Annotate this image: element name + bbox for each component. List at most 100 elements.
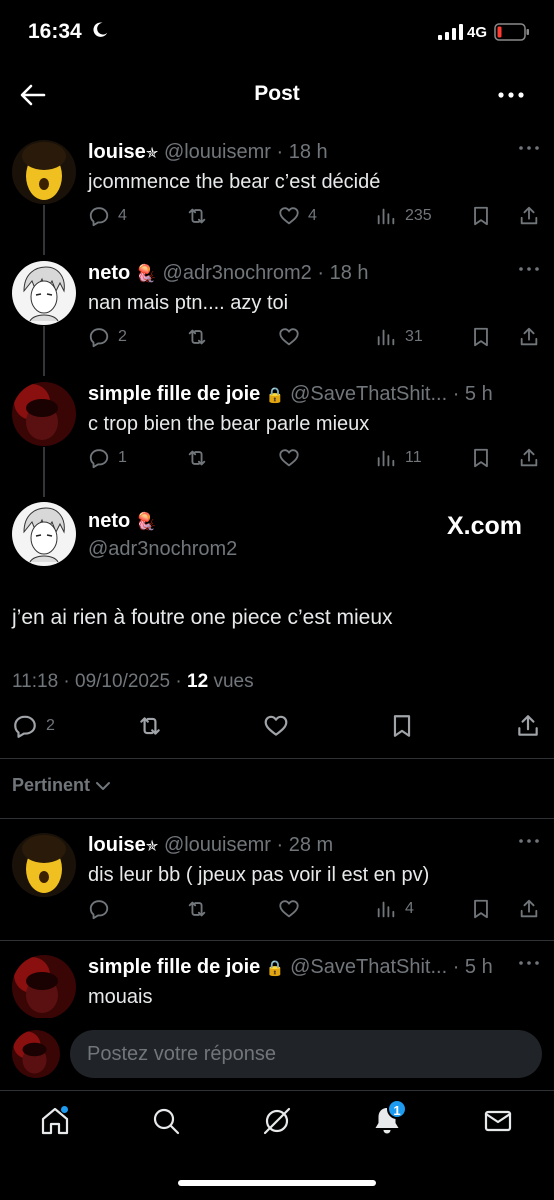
share-icon [520, 899, 538, 918]
reply-button[interactable] [88, 895, 110, 923]
like-count: 4 [308, 207, 317, 224]
main-post-text: j’en ai rien à foutre one piece c’est mi… [12, 606, 393, 629]
more-options-icon[interactable] [518, 957, 540, 969]
share-button[interactable] [515, 712, 541, 740]
share-button[interactable] [518, 202, 540, 230]
like-button[interactable] [263, 712, 289, 740]
more-options-icon[interactable] [518, 835, 540, 847]
repost-button[interactable] [137, 712, 163, 740]
reply-count: 4 [118, 207, 127, 224]
avatar[interactable] [12, 140, 76, 204]
views-button[interactable]: 4 [375, 895, 414, 923]
name-emoji: ✯ [145, 838, 159, 855]
avatar[interactable] [12, 833, 76, 897]
bookmark-button[interactable] [470, 202, 492, 230]
post-time: · 18 h [276, 141, 328, 163]
share-button[interactable] [518, 444, 540, 472]
author-name[interactable]: neto [88, 262, 130, 284]
current-user-avatar[interactable] [12, 1030, 60, 1078]
grok-icon [263, 1107, 291, 1135]
post-text: dis leur bb ( jpeux pas voir il est en p… [88, 864, 430, 886]
reply-button[interactable]: 4 [88, 202, 127, 230]
reply-input[interactable] [70, 1030, 542, 1078]
post-text: nan mais ptn.... azy toi [88, 292, 289, 314]
author-name[interactable]: simple fille de joie [88, 383, 260, 405]
bookmark-button[interactable] [470, 444, 492, 472]
avatar[interactable] [12, 382, 76, 446]
name-emoji: 🪼 [135, 512, 157, 531]
views-button[interactable]: 31 [375, 323, 423, 351]
thread-post[interactable]: simple fille de joie 🔒 @SaveThatShit... … [0, 368, 554, 488]
reply-button[interactable]: 2 [12, 712, 55, 740]
repost-button[interactable] [186, 323, 208, 351]
thread-post[interactable]: louise✯ @louuisemr · 18 h jcommence the … [0, 126, 554, 246]
author-handle[interactable]: @louuisemr [164, 141, 271, 163]
repost-button[interactable] [186, 895, 208, 923]
notification-badge: 1 [387, 1099, 407, 1119]
bookmark-icon [474, 448, 488, 468]
thread-post[interactable]: neto 🪼 @adr3nochrom2 · 18 h nan mais ptn… [0, 247, 554, 367]
heart-icon [264, 715, 288, 736]
main-post-author-name[interactable]: neto 🪼 [88, 510, 157, 533]
post-time: · 5 h [452, 956, 493, 978]
author-name[interactable]: neto [88, 510, 130, 532]
view-count: 31 [405, 328, 423, 345]
repost-button[interactable] [186, 202, 208, 230]
like-button[interactable] [278, 444, 300, 472]
main-post-views-label: vues [213, 671, 254, 692]
avatar[interactable] [12, 261, 76, 325]
post-time: · 28 m [276, 834, 334, 856]
reply-button[interactable]: 1 [88, 444, 127, 472]
author-handle[interactable]: @SaveThatShit... [290, 383, 447, 405]
nav-notifications[interactable]: 1 [371, 1099, 407, 1139]
lock-icon: 🔒 [265, 960, 285, 977]
more-options-icon[interactable] [496, 80, 526, 110]
author-handle[interactable]: @louuisemr [164, 834, 271, 856]
like-button[interactable] [278, 895, 300, 923]
network-type: 4G [467, 24, 488, 41]
views-icon [377, 450, 395, 467]
share-icon [520, 448, 538, 467]
post-actions: 4 [88, 895, 548, 923]
main-post-timestamp[interactable]: 11:18 · 09/10/2025 · [12, 671, 182, 692]
nav-home[interactable] [39, 1105, 73, 1139]
bookmark-button[interactable] [470, 895, 492, 923]
repost-button[interactable] [186, 444, 208, 472]
reply-post[interactable]: simple fille de joie 🔒 @SaveThatShit... … [0, 941, 554, 1018]
post-text: c trop bien the bear parle mieux [88, 413, 370, 435]
author-name[interactable]: simple fille de joie [88, 956, 260, 978]
reply-post[interactable]: louise✯ @louuisemr · 28 m dis leur bb ( … [0, 819, 554, 939]
main-post-actions: 2 [0, 712, 554, 746]
post-actions: 4 4 235 [88, 202, 548, 230]
more-options-icon[interactable] [518, 142, 540, 154]
status-bar: 16:34 4G [0, 0, 554, 64]
author-handle[interactable]: @adr3nochrom2 [163, 262, 312, 284]
share-button[interactable] [518, 323, 540, 351]
heart-icon [279, 207, 299, 225]
views-icon [377, 901, 395, 918]
author-name[interactable]: louise [88, 834, 146, 856]
repost-icon [188, 208, 206, 224]
avatar[interactable] [12, 955, 76, 1018]
author-handle[interactable]: @SaveThatShit... [290, 956, 447, 978]
bookmark-button[interactable] [389, 712, 415, 740]
more-options-icon[interactable] [518, 263, 540, 275]
share-button[interactable] [518, 895, 540, 923]
post-text: jcommence the bear c’est décidé [88, 171, 381, 193]
nav-messages[interactable] [482, 1105, 516, 1139]
sort-replies-dropdown[interactable]: Pertinent [12, 775, 112, 796]
share-icon [520, 206, 538, 225]
nav-grok[interactable] [261, 1105, 295, 1139]
nav-search[interactable] [150, 1105, 184, 1139]
moon-icon [93, 22, 108, 37]
like-button[interactable] [278, 323, 300, 351]
repost-icon [188, 450, 206, 466]
like-button[interactable]: 4 [278, 202, 317, 230]
views-button[interactable]: 235 [375, 202, 432, 230]
reply-button[interactable]: 2 [88, 323, 127, 351]
author-name[interactable]: louise [88, 141, 146, 163]
main-post-avatar[interactable] [12, 502, 76, 566]
views-button[interactable]: 11 [375, 444, 422, 472]
main-post-author-handle[interactable]: @adr3nochrom2 [88, 538, 237, 561]
bookmark-button[interactable] [470, 323, 492, 351]
